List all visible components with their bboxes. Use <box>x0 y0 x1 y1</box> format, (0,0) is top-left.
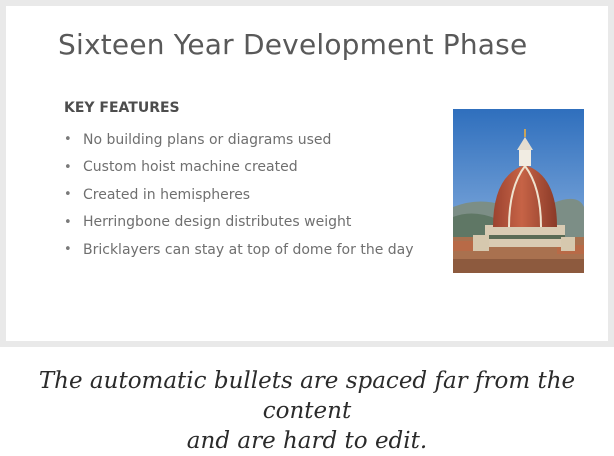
bullet-marker: • <box>64 242 72 258</box>
bullet-item[interactable]: • Created in hemispheres <box>64 181 414 209</box>
caption-line-1: The automatic bullets are spaced far fro… <box>38 368 576 424</box>
bullet-list[interactable]: • No building plans or diagrams used • C… <box>64 126 414 264</box>
bullet-text: No building plans or diagrams used <box>83 131 332 148</box>
bullet-marker: • <box>64 159 72 175</box>
bullet-marker: • <box>64 132 72 148</box>
lantern <box>519 149 531 166</box>
slide-frame: Sixteen Year Development Phase KEY FEATU… <box>0 0 614 347</box>
drum-band <box>485 235 565 239</box>
slide[interactable]: Sixteen Year Development Phase KEY FEATU… <box>6 6 608 341</box>
caption-line-2: and are hard to edit. <box>186 428 428 454</box>
slide-title[interactable]: Sixteen Year Development Phase <box>58 28 527 61</box>
rooftops-front <box>453 259 584 273</box>
caption: The automatic bullets are spaced far fro… <box>0 366 614 456</box>
bullet-text: Bricklayers can stay at top of dome for … <box>83 241 414 258</box>
bullet-item[interactable]: • No building plans or diagrams used <box>64 126 414 154</box>
bullet-item[interactable]: • Custom hoist machine created <box>64 154 414 182</box>
apse-left <box>473 235 489 251</box>
dome-photo[interactable] <box>453 109 584 273</box>
section-heading[interactable]: KEY FEATURES <box>64 100 180 116</box>
bullet-marker: • <box>64 187 72 203</box>
bullet-item[interactable]: • Herringbone design distributes weight <box>64 209 414 237</box>
apse-right <box>561 237 575 251</box>
bullet-text: Custom hoist machine created <box>83 159 298 176</box>
bullet-marker: • <box>64 214 72 230</box>
bullet-text: Created in hemispheres <box>83 186 251 203</box>
bullet-text: Herringbone design distributes weight <box>83 214 352 231</box>
bullet-item[interactable]: • Bricklayers can stay at top of dome fo… <box>64 236 414 264</box>
